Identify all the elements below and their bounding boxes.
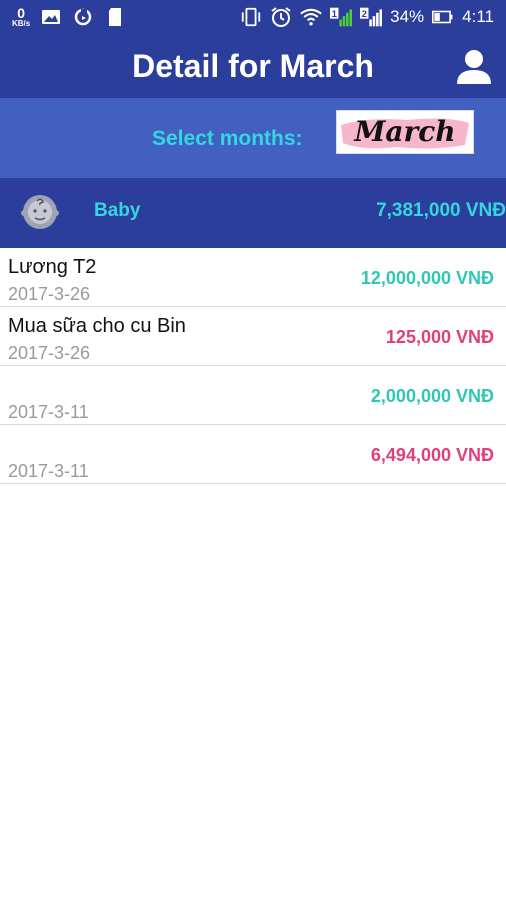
category-name: Baby [94, 200, 141, 221]
sync-icon [72, 7, 94, 27]
transaction-name: Mua sữa cho cu Bin [8, 315, 186, 337]
transaction-amount: 12,000,000 VNĐ [360, 268, 494, 288]
signal-sim2-icon: 2 [360, 7, 383, 27]
transaction-date: 2017-3-11 [8, 461, 89, 481]
transaction-date: 2017-3-26 [8, 284, 91, 304]
vibrate-icon [240, 7, 262, 27]
alarm-icon [270, 7, 292, 27]
signal-sim1-label: 1 [332, 9, 337, 19]
user-icon [457, 50, 491, 84]
battery-percent: 34% [390, 7, 425, 26]
transaction-amount: 6,494,000 VNĐ [370, 445, 494, 465]
network-speed-unit: KB/s [12, 19, 31, 28]
network-speed: 0 KB/s [12, 6, 30, 28]
page-title: Detail for March [132, 48, 374, 84]
category-row[interactable]: Baby 7,381,000 VNĐ [0, 178, 506, 248]
select-months-label: Select months: [152, 127, 303, 150]
transaction-date: 2017-3-26 [8, 343, 91, 363]
transaction-name: Lương T2 [8, 256, 97, 278]
gallery-icon [40, 7, 62, 27]
transaction-item[interactable]: 2017-3-11 6,494,000 VNĐ [0, 425, 506, 484]
app-header: Detail for March [0, 38, 506, 98]
transaction-item[interactable]: Mua sữa cho cu Bin 2017-3-26 125,000 VNĐ [0, 307, 506, 366]
status-bar: 0 KB/s 1 2 34% 4:11 [0, 0, 506, 38]
status-right: 1 2 34% 4:11 [240, 7, 494, 27]
signal-sim2-label: 2 [362, 9, 367, 19]
transaction-item[interactable]: 2017-3-11 2,000,000 VNĐ [0, 366, 506, 425]
category-total: 7,381,000 VNĐ [376, 200, 506, 221]
battery-icon [432, 7, 454, 27]
transaction-date: 2017-3-11 [8, 402, 89, 422]
user-profile-button[interactable] [454, 46, 494, 86]
transaction-amount: 125,000 VNĐ [385, 327, 494, 347]
signal-sim1-icon: 1 [330, 7, 353, 27]
month-selector-bar: Select months: March [0, 98, 506, 178]
wifi-icon [300, 7, 322, 27]
network-speed-value: 0 [17, 5, 26, 21]
baby-icon [20, 192, 60, 232]
transaction-item[interactable]: Lương T2 2017-3-26 12,000,000 VNĐ [0, 248, 506, 307]
status-left: 0 KB/s [12, 6, 126, 28]
transaction-amount: 2,000,000 VNĐ [370, 386, 494, 406]
sd-card-icon [104, 7, 126, 27]
transaction-list: Lương T2 2017-3-26 12,000,000 VNĐ Mua sữ… [0, 248, 506, 484]
clock: 4:11 [462, 7, 494, 26]
selected-month: March [354, 115, 456, 148]
month-picker-button[interactable]: March [336, 110, 474, 154]
